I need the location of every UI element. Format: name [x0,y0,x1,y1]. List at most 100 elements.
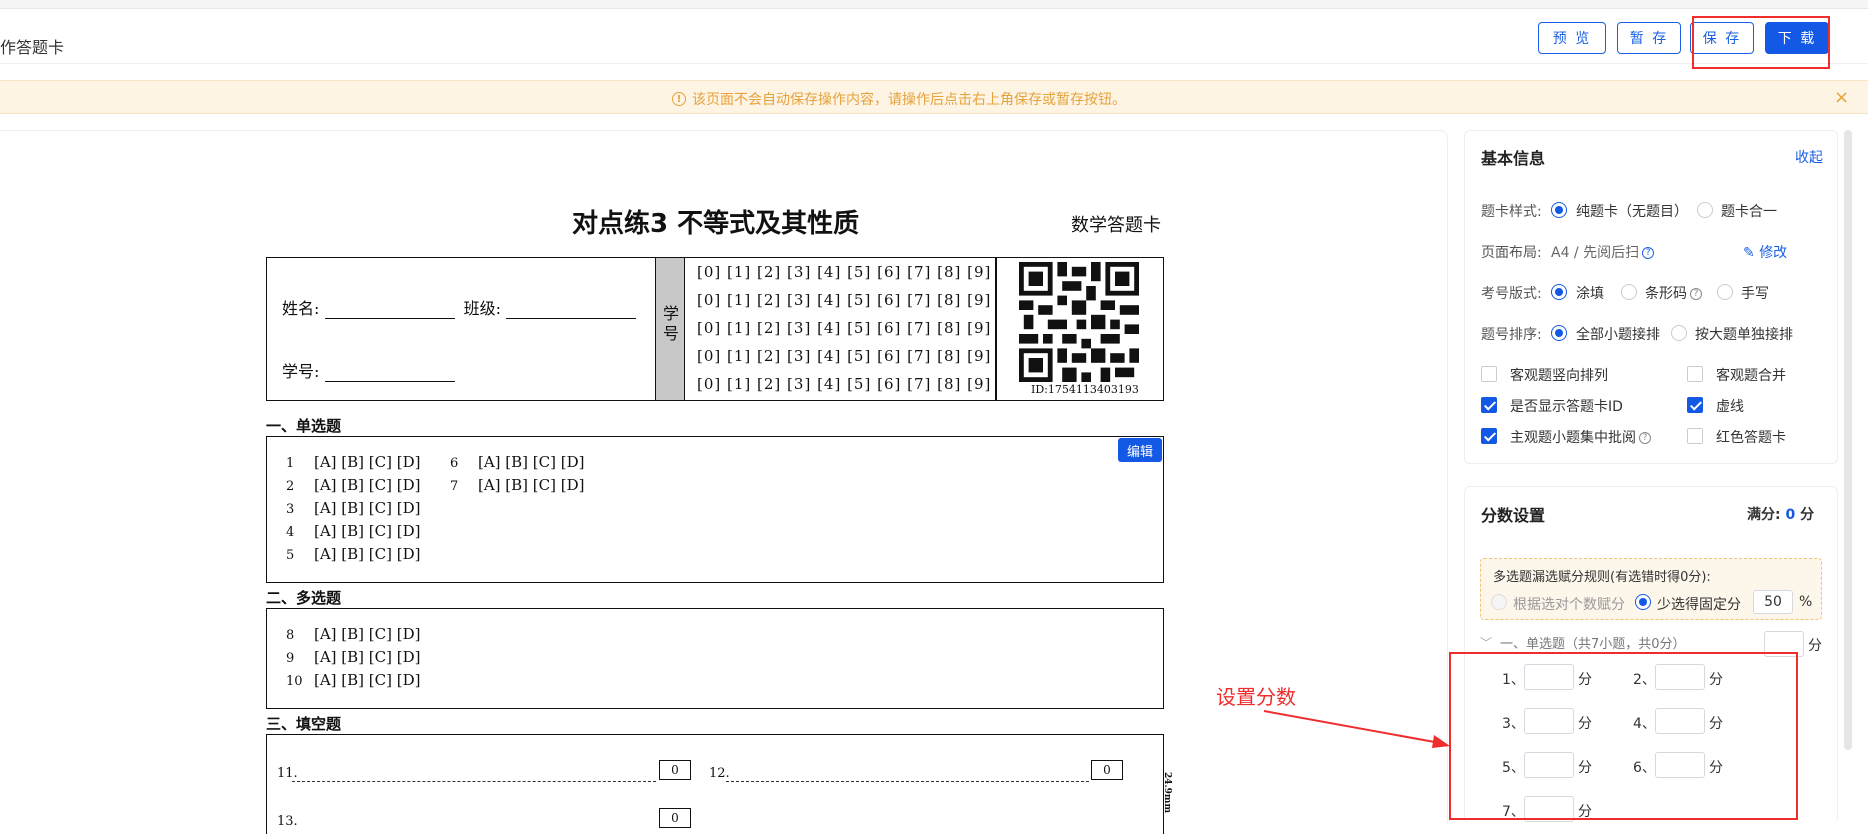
fill-score-box: 0 [659,808,691,828]
check-label: 客观题合并 [1716,368,1786,384]
edit-button[interactable]: 编辑 [1118,438,1162,462]
choice-options: [A] [B] [C] [D] [314,625,421,643]
panel-scrollbar[interactable] [1844,130,1852,750]
fill-number: 12. [709,766,730,781]
top-strip [0,0,1868,9]
help-icon[interactable]: ? [1690,288,1702,300]
group-label: 一、单选题（共7小题，共0分） [1500,637,1686,652]
modify-link[interactable]: ✎ 修改 [1743,242,1787,262]
qr-id: ID:1754113403193 [1031,383,1139,396]
fill-blank-box[interactable] [266,734,1164,834]
digit-row: [0] [1] [2] [3] [4] [5] [6] [7] [8] [9] [697,263,992,281]
check-label: 虚线 [1716,399,1744,415]
collapse-link[interactable]: 收起 [1795,147,1823,167]
rule-option: 根据选对个数赋分 [1513,597,1625,613]
sheet-subtitle: 数学答题卡 [1071,215,1161,236]
check-label: 红色答题卡 [1716,430,1786,446]
draft-button[interactable]: 暂 存 [1617,22,1681,54]
full-score-value: 0 [1785,507,1796,523]
digit-row: [0] [1] [2] [3] [4] [5] [6] [7] [8] [9] [697,291,992,309]
question-row: 3 [A] [B] [C] [D] [286,499,420,517]
id-field: 学号: [282,358,455,382]
sheet-title: 对点练3 不等式及其性质 [572,209,860,239]
radio-order-section[interactable] [1671,325,1687,341]
radio-id-handwrite[interactable] [1717,284,1733,300]
checkbox-show-id[interactable] [1481,397,1497,413]
xuehao-char-2: 号 [663,324,680,343]
digit-row: [0] [1] [2] [3] [4] [5] [6] [7] [8] [9] [697,375,992,393]
name-field: 姓名: 班级: [282,295,637,319]
choice-options: [A] [B] [C] [D] [314,545,421,563]
fill-number: 11. [277,766,298,781]
close-icon[interactable]: × [1834,87,1849,108]
header: 作答题卡 预 览 暂 存 保 存 下 载 [0,10,1868,64]
question-row: 2 [A] [B] [C] [D] [286,476,420,494]
digit-row: [0] [1] [2] [3] [4] [5] [6] [7] [8] [9] [697,347,992,365]
checkbox-objective-vertical[interactable] [1481,366,1497,382]
check-label: 是否显示答题卡ID [1510,399,1623,415]
id-style-option: 涂填 [1576,286,1604,302]
basic-info-title: 基本信息 [1481,149,1546,168]
checkbox-subjective-review[interactable] [1481,428,1497,444]
radio-id-barcode[interactable] [1621,284,1637,300]
checkbox-red-card[interactable] [1687,428,1703,444]
question-number: 2 [286,479,295,494]
layout-value: A4 / 先阅后扫? [1551,242,1655,262]
annotation-arrow-icon [1263,710,1450,748]
highlight-box-score-inputs [1449,652,1798,820]
fill-number: 13. [277,814,298,829]
radio-order-all[interactable] [1551,325,1567,341]
choice-options: [A] [B] [C] [D] [314,522,421,540]
checkbox-objective-merge[interactable] [1687,366,1703,382]
question-number: 5 [286,548,295,563]
radio-rule-count[interactable] [1491,594,1507,610]
score-settings-title: 分数设置 [1481,506,1546,525]
choice-options: [A] [B] [C] [D] [314,499,421,517]
question-number: 9 [286,651,295,666]
question-row: 5 [A] [B] [C] [D] [286,545,420,563]
choice-options: [A] [B] [C] [D] [314,648,421,666]
highlight-box-save-download [1692,16,1830,69]
help-icon[interactable]: ? [1639,432,1651,444]
help-icon[interactable]: ? [1642,247,1655,259]
edit-icon: ✎ [1743,245,1755,261]
qr-code-icon [1019,262,1139,382]
score-unit: 分 [1808,638,1822,654]
check-label-text: 主观题小题集中批阅 [1510,430,1636,446]
question-number: 8 [286,628,295,643]
full-score-unit: 分 [1800,507,1815,523]
fill-score-box: 0 [659,760,691,780]
radio-card-only[interactable] [1551,202,1567,218]
preview-button[interactable]: 预 览 [1538,22,1606,54]
radio-card-combined[interactable] [1697,202,1713,218]
question-row: 4 [A] [B] [C] [D] [286,522,420,540]
question-row: 6 [A] [B] [C] [D] [450,453,584,471]
radio-rule-fixed[interactable] [1635,594,1651,610]
fill-line [726,781,1089,782]
question-number: 6 [450,456,459,471]
order-option: 按大题单独接排 [1695,327,1793,343]
percent-input[interactable]: 50 [1753,590,1793,614]
notice-bar: ! 该页面不会自动保存操作内容，请操作后点击右上角保存或暂存按钮。 × [0,80,1868,114]
question-number: 10 [286,674,303,689]
class-underline [506,303,637,319]
basic-info-panel: 基本信息 收起 题卡样式: 纯题卡（无题目） 题卡合一 页面布局: A4 / 先… [1464,130,1838,464]
choice-options: [A] [B] [C] [D] [478,453,585,471]
notice-text: 该页面不会自动保存操作内容，请操作后点击右上角保存或暂存按钮。 [692,92,1126,108]
partial-score-rule-box: 多选题漏选赋分规则(有选错时得0分): 根据选对个数赋分 少选得固定分 50 % [1480,558,1822,620]
chevron-down-icon[interactable]: ﹀ [1480,634,1492,651]
side-measure-mark: 24.9mm [1162,772,1172,813]
full-score: 满分: 0 分 [1747,504,1814,524]
question-row: 8 [A] [B] [C] [D] [286,625,420,643]
check-label: 主观题小题集中批阅? [1510,427,1651,447]
radio-id-fill[interactable] [1551,284,1567,300]
question-number: 1 [286,456,295,471]
checkbox-dashed[interactable] [1687,397,1703,413]
question-number: 4 [286,525,295,540]
card-style-option: 题卡合一 [1721,204,1777,220]
id-style-option: 手写 [1741,286,1769,302]
layout-value-text: A4 / 先阅后扫 [1551,245,1640,261]
class-label: 班级: [463,299,501,318]
qr-separator [995,258,997,400]
section-title-single: 一、单选题 [266,417,342,435]
